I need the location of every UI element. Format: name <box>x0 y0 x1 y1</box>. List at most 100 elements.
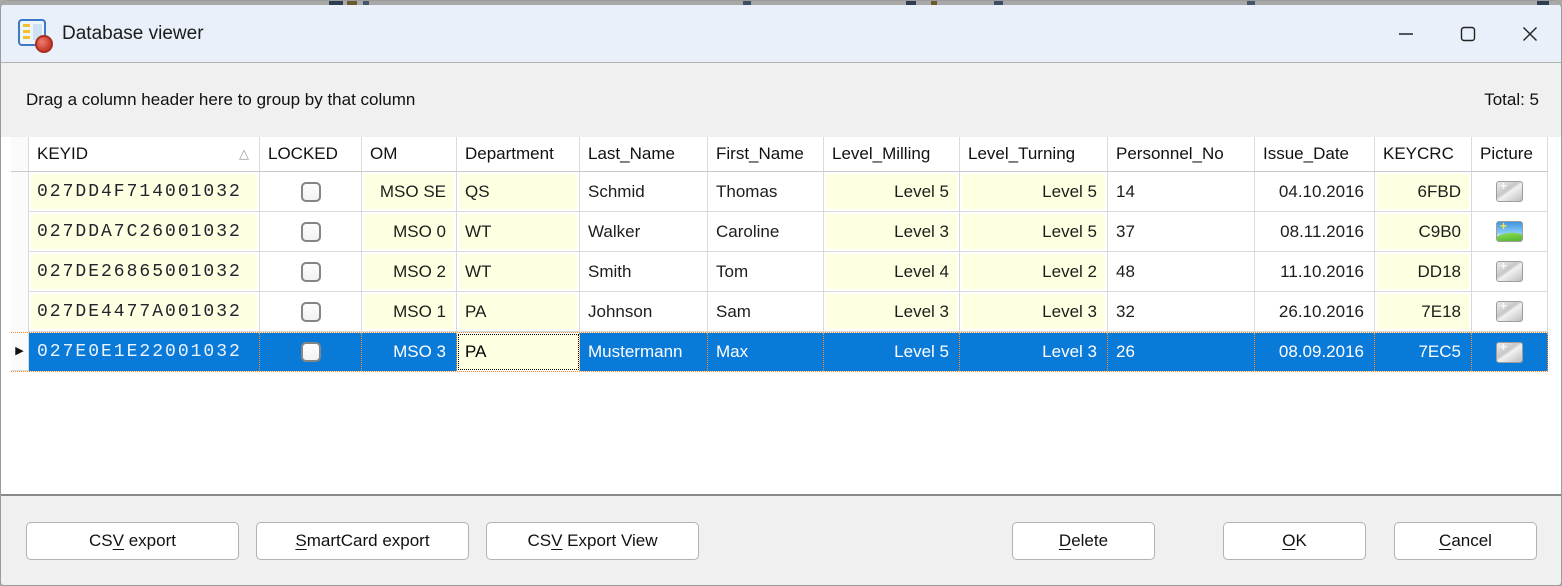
maximize-button[interactable] <box>1437 5 1499 62</box>
cell-issue_date[interactable]: 08.11.2016 <box>1255 212 1375 252</box>
cell-first_name[interactable]: Max <box>708 333 824 371</box>
cell-locked[interactable] <box>260 212 362 252</box>
cell-level_milling[interactable]: Level 4 <box>824 252 960 292</box>
cell-keyid[interactable]: 027DD4F714001032 <box>29 172 260 212</box>
cell-keycrc[interactable]: 6FBD <box>1375 172 1472 212</box>
cell-picture[interactable] <box>1472 333 1548 371</box>
cell-locked[interactable] <box>260 292 362 332</box>
cell-issue_date[interactable]: 08.09.2016 <box>1255 333 1375 371</box>
column-header-locked[interactable]: LOCKED <box>260 137 362 172</box>
cell-level_milling[interactable]: Level 5 <box>824 172 960 212</box>
cell-locked[interactable] <box>260 172 362 212</box>
column-header-issue_date[interactable]: Issue_Date <box>1255 137 1375 172</box>
cell-keyid[interactable]: 027E0E1E22001032 <box>29 333 260 371</box>
cell-picture[interactable] <box>1472 212 1548 252</box>
column-header-last_name[interactable]: Last_Name <box>580 137 708 172</box>
locked-checkbox[interactable] <box>301 302 321 322</box>
cell-last_name[interactable]: Smith <box>580 252 708 292</box>
cell-keyid[interactable]: 027DDA7C26001032 <box>29 212 260 252</box>
cell-keyid[interactable]: 027DE26865001032 <box>29 252 260 292</box>
cancel-button[interactable]: Cancel <box>1394 522 1537 560</box>
cell-level_turning[interactable]: Level 5 <box>960 212 1108 252</box>
cell-level_turning[interactable]: Level 3 <box>960 292 1108 332</box>
locked-checkbox[interactable] <box>301 342 321 362</box>
table-row[interactable]: 027DE4477A001032MSO 1PAJohnsonSamLevel 3… <box>11 292 1548 332</box>
button-label: CS <box>89 531 113 551</box>
cell-level_milling[interactable]: Level 3 <box>824 292 960 332</box>
cell-om[interactable]: MSO 2 <box>362 252 457 292</box>
table-row[interactable]: 027DE26865001032 MSO 2WTSmithTomLevel 4Le… <box>11 252 1548 292</box>
column-header-level_milling[interactable]: Level_Milling <box>824 137 960 172</box>
cell-keycrc[interactable]: 7EC5 <box>1375 333 1472 371</box>
cell-level_turning[interactable]: Level 2 <box>960 252 1108 292</box>
table-row[interactable]: ▶027E0E1E22001032MSO 3PAMustermannMaxLev… <box>11 332 1548 372</box>
cell-locked[interactable] <box>260 333 362 371</box>
cell-personnel_no[interactable]: 32 <box>1108 292 1255 332</box>
cell-level_milling[interactable]: Level 3 <box>824 212 960 252</box>
cell-first_name[interactable]: Thomas <box>708 172 824 212</box>
image-photo-icon <box>1496 221 1523 242</box>
locked-checkbox[interactable] <box>301 222 321 242</box>
button-label: export <box>124 531 176 551</box>
button-label: Export View <box>562 531 657 551</box>
cell-picture[interactable] <box>1472 172 1548 212</box>
cell-om[interactable]: MSO SE <box>362 172 457 212</box>
row-indicator-cell <box>11 172 29 212</box>
cell-picture[interactable] <box>1472 252 1548 292</box>
cell-level_turning[interactable]: Level 3 <box>960 333 1108 371</box>
column-header-keyid[interactable]: KEYID△ <box>29 137 260 172</box>
column-header-label: Last_Name <box>588 144 675 164</box>
table-row[interactable]: 027DDA7C26001032MSO 0WTWalkerCarolineLev… <box>11 212 1548 252</box>
locked-checkbox[interactable] <box>301 182 321 202</box>
cell-department[interactable]: QS <box>457 172 580 212</box>
column-header-first_name[interactable]: First_Name <box>708 137 824 172</box>
column-header-picture[interactable]: Picture <box>1472 137 1548 172</box>
close-button[interactable] <box>1499 5 1561 62</box>
cell-keycrc[interactable]: 7E18 <box>1375 292 1472 332</box>
cell-issue_date[interactable]: 04.10.2016 <box>1255 172 1375 212</box>
table-row[interactable]: 027DD4F714001032MSO SEQSSchmidThomasLeve… <box>11 172 1548 212</box>
cell-locked[interactable] <box>260 252 362 292</box>
cell-level_turning[interactable]: Level 5 <box>960 172 1108 212</box>
group-by-panel[interactable]: Drag a column header here to group by th… <box>1 63 1561 137</box>
minimize-button[interactable] <box>1375 5 1437 62</box>
smartcard-export-button[interactable]: SmartCard export <box>256 522 469 560</box>
cell-last_name[interactable]: Johnson <box>580 292 708 332</box>
delete-button[interactable]: Delete <box>1012 522 1155 560</box>
cell-first_name[interactable]: Sam <box>708 292 824 332</box>
cell-first_name[interactable]: Caroline <box>708 212 824 252</box>
cell-first_name[interactable]: Tom <box>708 252 824 292</box>
locked-checkbox[interactable] <box>301 262 321 282</box>
cell-personnel_no[interactable]: 37 <box>1108 212 1255 252</box>
ok-button[interactable]: OK <box>1223 522 1366 560</box>
cell-personnel_no[interactable]: 14 <box>1108 172 1255 212</box>
cell-om[interactable]: MSO 0 <box>362 212 457 252</box>
cell-keycrc[interactable]: C9B0 <box>1375 212 1472 252</box>
cell-om[interactable]: MSO 3 <box>362 333 457 371</box>
column-header-keycrc[interactable]: KEYCRC <box>1375 137 1472 172</box>
cell-level_milling[interactable]: Level 5 <box>824 333 960 371</box>
cell-keycrc[interactable]: DD18 <box>1375 252 1472 292</box>
cell-last_name[interactable]: Mustermann <box>580 333 708 371</box>
cell-last_name[interactable]: Walker <box>580 212 708 252</box>
cell-department[interactable]: WT <box>457 252 580 292</box>
csv-export-view-button[interactable]: CSV Export View <box>486 522 699 560</box>
cell-issue_date[interactable]: 26.10.2016 <box>1255 292 1375 332</box>
cell-keyid[interactable]: 027DE4477A001032 <box>29 292 260 332</box>
cell-issue_date[interactable]: 11.10.2016 <box>1255 252 1375 292</box>
cell-om[interactable]: MSO 1 <box>362 292 457 332</box>
cell-picture[interactable] <box>1472 292 1548 332</box>
cell-department[interactable]: WT <box>457 212 580 252</box>
row-indicator-cell <box>11 292 29 332</box>
column-header-personnel_no[interactable]: Personnel_No <box>1108 137 1255 172</box>
cell-last_name[interactable]: Schmid <box>580 172 708 212</box>
close-icon <box>1522 26 1538 42</box>
column-header-om[interactable]: OM <box>362 137 457 172</box>
column-header-department[interactable]: Department <box>457 137 580 172</box>
cell-personnel_no[interactable]: 26 <box>1108 333 1255 371</box>
csv-export-button[interactable]: CSV export <box>26 522 239 560</box>
cell-personnel_no[interactable]: 48 <box>1108 252 1255 292</box>
cell-department[interactable]: PA <box>457 292 580 332</box>
cell-department[interactable]: PA <box>457 333 580 371</box>
column-header-level_turning[interactable]: Level_Turning <box>960 137 1108 172</box>
